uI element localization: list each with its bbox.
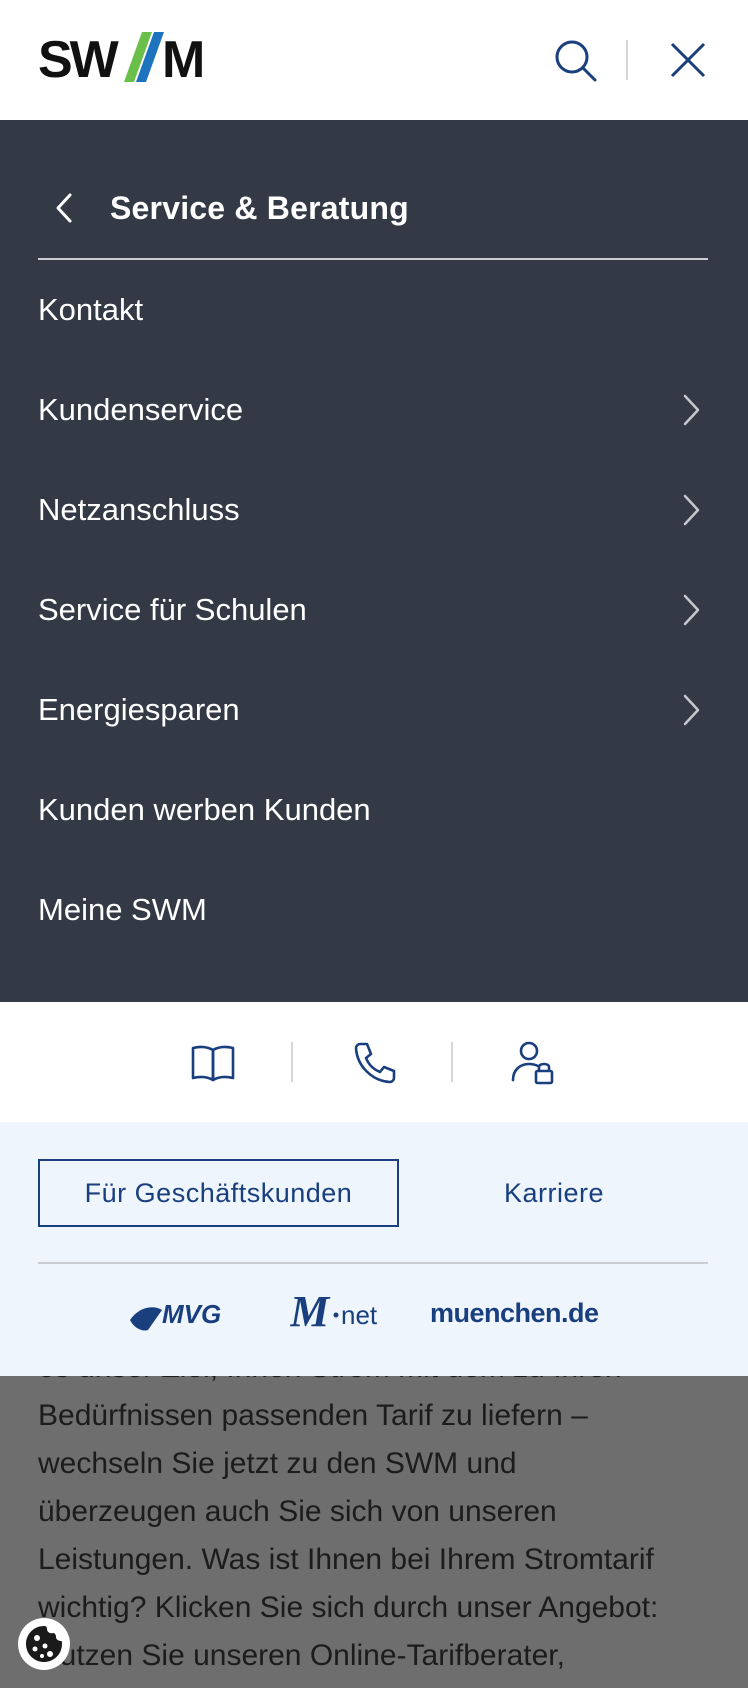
menu-item-meine-swm[interactable]: Meine SWM xyxy=(0,860,748,960)
background-text-line: wechseln Sie jetzt zu den SWM und xyxy=(38,1447,517,1480)
menu-list: Kontakt Kundenservice Netzanschluss Serv… xyxy=(0,260,748,960)
muenchen-de-logo[interactable]: muenchen.de xyxy=(430,1290,620,1334)
user-lock-icon[interactable] xyxy=(509,1038,557,1086)
close-icon[interactable] xyxy=(664,36,712,84)
chevron-right-icon xyxy=(683,694,700,726)
mvg-logo[interactable]: MVG xyxy=(128,1290,248,1336)
menu-item-label: Netzanschluss xyxy=(38,492,240,527)
background-text-line: Leistungen. Was ist Ihnen bei Ihrem Stro… xyxy=(38,1543,654,1576)
site-header: SW M xyxy=(0,0,748,120)
menu-item-label: Energiesparen xyxy=(38,692,240,727)
back-button[interactable] xyxy=(42,186,86,230)
partner-logos: MVG M net muenchen.de xyxy=(0,1280,748,1354)
cookie-icon xyxy=(26,1626,62,1662)
menu-item-kunden-werben-kunden[interactable]: Kunden werben Kunden xyxy=(0,760,748,860)
menu-item-label: Kundenservice xyxy=(38,392,244,427)
svg-text:MVG: MVG xyxy=(162,1299,221,1329)
search-icon[interactable] xyxy=(551,36,599,84)
menu-item-label: Kontakt xyxy=(38,292,144,327)
quickbar-divider xyxy=(451,1042,453,1082)
menu-item-service-fuer-schulen[interactable]: Service für Schulen xyxy=(0,560,748,660)
svg-text:muenchen.de: muenchen.de xyxy=(430,1298,599,1328)
menu-item-label: Kunden werben Kunden xyxy=(38,792,371,827)
phone-icon[interactable] xyxy=(350,1038,398,1086)
menu-item-label: Service für Schulen xyxy=(38,592,307,627)
svg-text:net: net xyxy=(341,1300,378,1330)
menu-item-energiesparen[interactable]: Energiesparen xyxy=(0,660,748,760)
menu-header: Service & Beratung xyxy=(38,180,708,260)
career-link[interactable]: Karriere xyxy=(420,1159,688,1227)
mnet-logo[interactable]: M net xyxy=(290,1286,390,1338)
chevron-right-icon xyxy=(683,394,700,426)
logo-letter-m: M xyxy=(162,31,203,88)
navigation-menu: Service & Beratung Kontakt Kundenservice… xyxy=(0,120,748,1002)
svg-text:M: M xyxy=(290,1287,331,1336)
logo-letters-sw: SW xyxy=(38,31,120,88)
cookie-settings-button[interactable] xyxy=(18,1618,70,1670)
menu-item-label: Meine SWM xyxy=(38,892,207,927)
chevron-right-icon xyxy=(683,594,700,626)
swm-logo[interactable]: SW M xyxy=(38,28,214,88)
chevron-left-icon xyxy=(56,193,72,223)
menu-item-kontakt[interactable]: Kontakt xyxy=(0,260,748,360)
footer-divider xyxy=(38,1262,708,1264)
menu-item-kundenservice[interactable]: Kundenservice xyxy=(0,360,748,460)
book-icon[interactable] xyxy=(189,1038,237,1086)
background-text-line: Bedürfnissen passenden Tarif zu liefern … xyxy=(38,1399,588,1432)
background-text-line: Nutzen Sie unseren Online-Tarifberater, xyxy=(38,1639,565,1672)
menu-title: Service & Beratung xyxy=(110,189,409,226)
background-text-line: überzeugen auch Sie sich von unseren xyxy=(38,1495,557,1528)
background-article-text: es unser Ziel, Ihnen Strom mit dem zu Ih… xyxy=(38,1344,718,1680)
menu-item-netzanschluss[interactable]: Netzanschluss xyxy=(0,460,748,560)
quickbar-divider xyxy=(291,1042,293,1082)
business-customers-button[interactable]: Für Geschäftskunden xyxy=(38,1159,399,1227)
quick-links-bar xyxy=(0,1002,748,1122)
header-divider xyxy=(626,40,628,80)
chevron-right-icon xyxy=(683,494,700,526)
background-text-line: wichtig? Klicken Sie sich durch unser An… xyxy=(38,1591,659,1624)
menu-footer: Für Geschäftskunden Karriere MVG M net m… xyxy=(0,1122,748,1376)
